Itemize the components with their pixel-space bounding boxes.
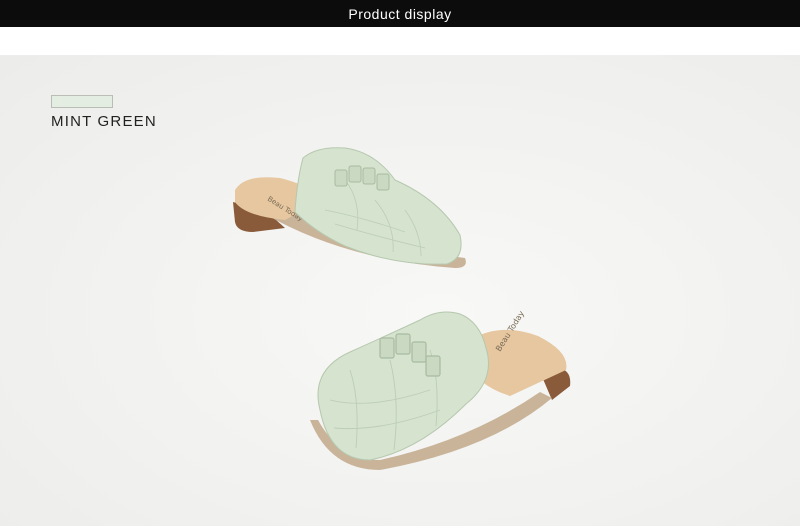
shoe-image-top: Beau Today [233,147,466,268]
shoe-upper [294,147,462,265]
page-title: Product display [348,5,452,22]
header-spacer [0,27,800,55]
color-name-label: MINT GREEN [51,113,157,130]
color-swatch [51,95,113,108]
top-bar: Product display [0,0,800,27]
shoe-image-bottom: Beau Today [310,309,571,470]
